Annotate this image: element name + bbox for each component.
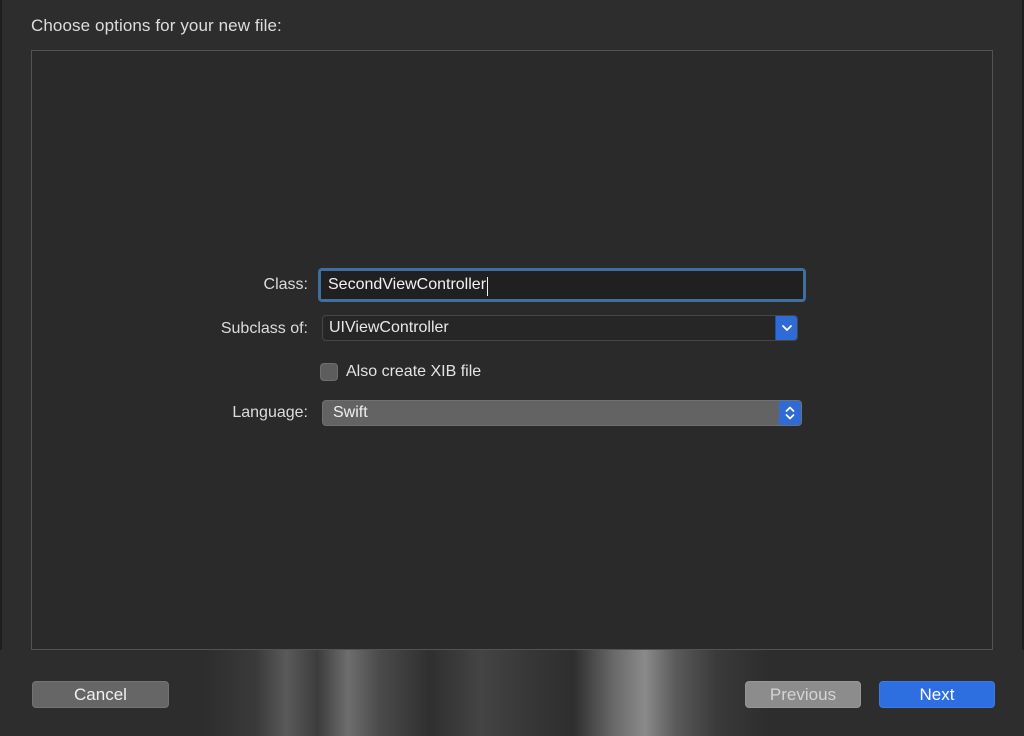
class-input[interactable] <box>321 271 803 299</box>
language-popup-button[interactable]: Swift <box>322 400 802 426</box>
new-file-options-dialog: Choose options for your new file: Class:… <box>0 0 1024 736</box>
window-left-edge <box>0 0 2 736</box>
subclass-dropdown-button[interactable] <box>775 316 797 340</box>
next-button[interactable]: Next <box>879 681 995 708</box>
language-label: Language: <box>232 404 308 421</box>
text-cursor <box>487 277 489 296</box>
language-value[interactable]: Swift <box>333 404 368 422</box>
up-down-chevron-icon <box>785 406 795 420</box>
class-field[interactable] <box>318 268 806 302</box>
subclass-value[interactable]: UIViewController <box>329 319 449 337</box>
chevron-down-icon <box>782 325 792 331</box>
previous-button[interactable]: Previous <box>745 681 861 708</box>
xib-checkbox-label[interactable]: Also create XIB file <box>346 363 481 381</box>
subclass-combo-box[interactable]: UIViewController <box>322 315 798 341</box>
options-panel <box>31 50 993 650</box>
class-label: Class: <box>263 276 308 293</box>
subclass-label: Subclass of: <box>220 320 308 337</box>
cancel-button[interactable]: Cancel <box>32 681 169 708</box>
language-popup-arrows[interactable] <box>779 401 801 425</box>
dialog-title: Choose options for your new file: <box>31 16 282 35</box>
xib-checkbox[interactable] <box>320 363 338 381</box>
